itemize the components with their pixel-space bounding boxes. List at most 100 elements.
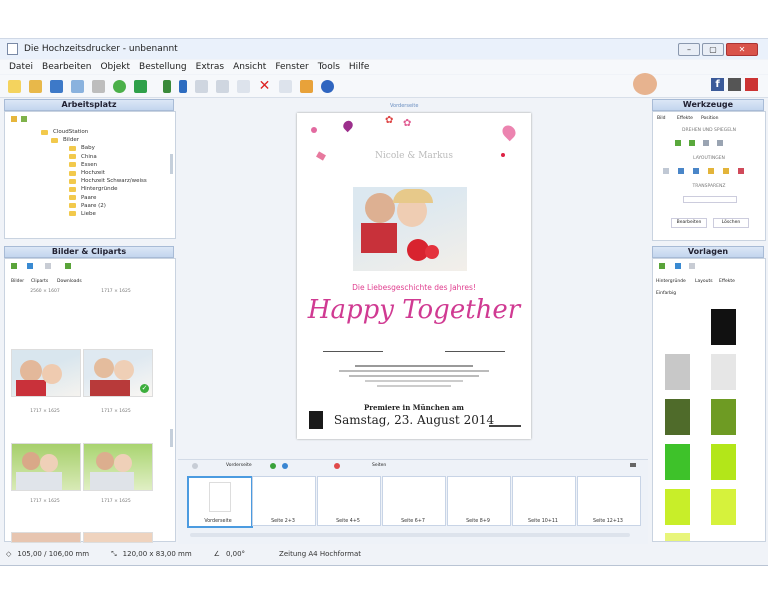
layout-icon[interactable] xyxy=(738,168,744,174)
layout-icon[interactable] xyxy=(678,168,684,174)
background-type-select[interactable]: Einfarbig xyxy=(656,291,676,296)
refresh-icon[interactable] xyxy=(113,79,126,93)
tree-item[interactable]: Baby xyxy=(69,144,147,152)
tab-bild[interactable]: Bild xyxy=(657,116,665,121)
tab-cliparts[interactable]: Cliparts xyxy=(31,279,48,284)
rotate-right-icon[interactable] xyxy=(689,140,695,146)
tree-item[interactable]: Essen xyxy=(69,161,147,169)
select-icon[interactable] xyxy=(163,79,171,93)
transparency-slider[interactable] xyxy=(683,196,737,203)
color-swatch[interactable] xyxy=(711,399,736,435)
save-as-icon[interactable] xyxy=(71,79,84,93)
color-swatch[interactable] xyxy=(711,444,736,480)
tab-bilder[interactable]: Bilder xyxy=(11,279,24,284)
card-subtitle[interactable]: Die Liebesgeschichte des Jahres! xyxy=(297,283,531,292)
folder-new-icon[interactable] xyxy=(21,116,27,122)
tab-downloads[interactable]: Downloads xyxy=(57,279,82,284)
delete-button[interactable]: Löschen xyxy=(713,218,749,228)
tree-item[interactable]: Hintergründe xyxy=(69,185,147,193)
save-icon[interactable] xyxy=(50,79,63,93)
layout-icon[interactable] xyxy=(693,168,699,174)
image-icon[interactable] xyxy=(300,79,313,93)
template-tool-icon[interactable] xyxy=(689,263,695,269)
help-icon[interactable] xyxy=(321,79,334,93)
youtube-icon[interactable] xyxy=(745,77,758,91)
color-swatch[interactable] xyxy=(665,444,690,480)
tab-effekte[interactable]: Effekte xyxy=(677,116,693,121)
tree-item[interactable]: Paare xyxy=(69,194,147,202)
menu-extras[interactable]: Extras xyxy=(196,62,224,72)
color-swatch[interactable] xyxy=(665,489,690,525)
template-tool-icon[interactable] xyxy=(675,263,681,269)
image-tool-icon[interactable] xyxy=(27,263,33,269)
menu-bestellung[interactable]: Bestellung xyxy=(139,62,187,72)
menu-objekt[interactable]: Objekt xyxy=(100,62,130,72)
tab-backgrounds[interactable]: Hintergründe xyxy=(656,279,686,284)
image-thumbnail[interactable] xyxy=(11,532,81,543)
tree-item[interactable]: Liebe xyxy=(69,210,147,218)
edit-button[interactable]: Bearbeiten xyxy=(671,218,707,228)
maximize-button[interactable]: ▢ xyxy=(702,43,724,56)
image-tool-icon[interactable] xyxy=(65,263,71,269)
page-canvas[interactable]: ✿ ✿ Nicole & Markus Die Liebesgeschichte… xyxy=(297,113,531,439)
facebook-icon[interactable]: f xyxy=(711,77,724,91)
card-headline[interactable]: Happy Together xyxy=(297,295,531,325)
folder-up-icon[interactable] xyxy=(11,116,17,122)
tree-item[interactable]: Paare (2) xyxy=(69,202,147,210)
new-file-icon[interactable] xyxy=(8,79,21,93)
open-file-icon[interactable] xyxy=(29,79,42,93)
strip-menu-icon[interactable] xyxy=(630,463,636,467)
tree-item[interactable]: Hochzeit xyxy=(69,169,147,177)
image-tool-icon[interactable] xyxy=(45,263,51,269)
rotate-left-icon[interactable] xyxy=(675,140,681,146)
tab-position[interactable]: Position xyxy=(701,116,719,121)
tree-item[interactable]: Hochzeit Schwarz/weiss xyxy=(69,177,147,185)
redo-icon[interactable] xyxy=(216,79,229,93)
menu-bearbeiten[interactable]: Bearbeiten xyxy=(42,62,91,72)
print-icon[interactable] xyxy=(92,79,105,93)
pointer-icon[interactable] xyxy=(179,79,187,93)
tree-scrollbar[interactable] xyxy=(170,154,173,174)
text-block[interactable] xyxy=(445,351,505,366)
color-swatch[interactable] xyxy=(665,399,690,435)
strip-tool-icon[interactable] xyxy=(192,463,198,469)
layout-icon[interactable] xyxy=(723,168,729,174)
menu-hilfe[interactable]: Hilfe xyxy=(349,62,369,72)
color-swatch[interactable] xyxy=(665,533,690,541)
menu-tools[interactable]: Tools xyxy=(318,62,340,72)
color-swatch[interactable] xyxy=(711,354,736,390)
strip-add-icon[interactable] xyxy=(270,463,276,469)
menu-ansicht[interactable]: Ansicht xyxy=(233,62,266,72)
close-button[interactable]: ✕ xyxy=(726,43,758,56)
text-block[interactable] xyxy=(323,351,383,366)
tree-item[interactable]: China xyxy=(69,153,147,161)
card-names[interactable]: Nicole & Markus xyxy=(297,151,531,161)
minimize-button[interactable]: – xyxy=(678,43,700,56)
image-thumbnail[interactable]: ✓ xyxy=(83,349,153,397)
couple-photo[interactable] xyxy=(353,187,467,271)
export-icon[interactable] xyxy=(134,79,147,93)
undo-icon[interactable] xyxy=(195,79,208,93)
template-tool-icon[interactable] xyxy=(659,263,665,269)
strip-scrollbar[interactable] xyxy=(190,533,630,537)
tab-effects[interactable]: Effekte xyxy=(719,279,735,284)
crop-icon[interactable] xyxy=(279,79,292,93)
card-city-line[interactable]: Premiere in München am xyxy=(297,403,531,412)
image-thumbnail[interactable] xyxy=(83,532,153,543)
tree-item-root[interactable]: CloudStation xyxy=(41,128,147,136)
tree-item-bilder[interactable]: Bilder xyxy=(51,136,147,144)
flip-horizontal-icon[interactable] xyxy=(703,140,709,146)
copy-icon[interactable] xyxy=(237,79,250,93)
image-tool-icon[interactable] xyxy=(11,263,17,269)
strip-duplicate-icon[interactable] xyxy=(282,463,288,469)
color-swatch[interactable] xyxy=(711,489,736,525)
image-thumbnail[interactable] xyxy=(83,443,153,491)
flip-vertical-icon[interactable] xyxy=(717,140,723,146)
images-scrollbar[interactable] xyxy=(170,429,173,447)
social-icon[interactable] xyxy=(728,77,741,91)
layout-icon[interactable] xyxy=(708,168,714,174)
delete-icon[interactable]: ✕ xyxy=(258,79,271,93)
tab-layouts[interactable]: Layouts xyxy=(695,279,713,284)
image-thumbnail[interactable] xyxy=(11,349,81,397)
layout-icon[interactable] xyxy=(663,168,669,174)
